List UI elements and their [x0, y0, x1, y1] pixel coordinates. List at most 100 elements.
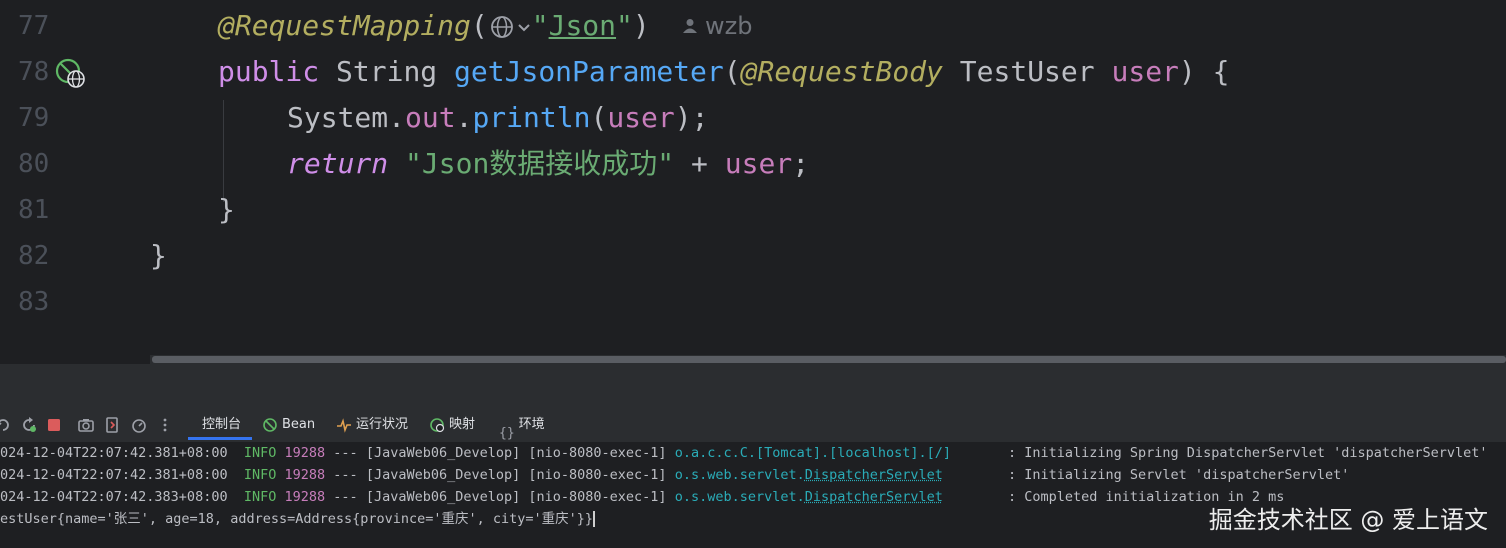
thread: [nio-8080-exec-1] [528, 445, 667, 461]
code-line-78[interactable]: public String getJsonParameter(@RequestB… [218, 49, 1230, 95]
log-level: INFO [243, 467, 277, 483]
log-line: 024-12-04T22:07:42.381+08:00 INFO 19288 … [0, 464, 943, 486]
line-number: 77 [18, 11, 50, 41]
chevron-down-icon[interactable] [516, 19, 532, 35]
mappings-icon [430, 417, 445, 432]
app-name: [JavaWeb06_Develop] [365, 489, 521, 505]
author-hint[interactable]: wzb [681, 12, 752, 41]
method-name: getJsonParameter [454, 55, 724, 88]
app-name: [JavaWeb06_Develop] [365, 467, 521, 483]
active-tab-indicator [188, 437, 252, 440]
bean-icon [263, 417, 277, 432]
tab-label: 运行状况 [356, 417, 409, 432]
annotation: @RequestMapping [218, 9, 471, 42]
thread: [nio-8080-exec-1] [528, 467, 667, 483]
log-message: : Initializing Spring DispatcherServlet … [1008, 445, 1488, 461]
keyword: return [287, 147, 389, 180]
code-line-82[interactable]: } [150, 233, 167, 279]
quote: " [531, 9, 549, 42]
tab-label: Bean [282, 417, 316, 432]
profiler-icon[interactable] [130, 416, 148, 434]
type: String [336, 55, 438, 88]
code-line-79[interactable]: System.out.println(user); [287, 95, 708, 141]
restart-icon[interactable] [20, 416, 38, 434]
horizontal-scrollbar-thumb[interactable] [152, 356, 1506, 363]
paren: ) [632, 9, 650, 42]
brace: { [1212, 55, 1230, 88]
dot: . [388, 101, 406, 134]
separator: --- [333, 467, 358, 483]
watermark: 掘金技术社区 @ 爱上语文 [1208, 506, 1488, 534]
timestamp: 024-12-04T22:07:42.381+08:00 [0, 467, 228, 483]
code-line-77[interactable]: @RequestMapping( "Json") [218, 3, 650, 49]
logger: o.s.web.servlet. [674, 467, 805, 483]
log-level: INFO [243, 445, 277, 461]
paren: ( [470, 9, 488, 42]
rerun-icon[interactable] [0, 416, 12, 434]
code-line-81[interactable]: } [218, 187, 235, 233]
logger-link[interactable]: DispatcherServlet [805, 467, 943, 483]
output-line: estUser{name='张三', age=18, address=Addre… [0, 508, 596, 530]
paren: ) [1178, 55, 1196, 88]
camera-icon[interactable] [77, 416, 95, 434]
param-name: user [1111, 55, 1179, 88]
log-line: 024-12-04T22:07:42.381+08:00 INFO 19288 … [0, 442, 951, 464]
environment-icon: {} [499, 425, 515, 441]
tab-mappings[interactable]: 映射 [429, 408, 475, 442]
author-name: wzb [705, 12, 753, 40]
output-text: estUser{name='张三', age=18, address=Addre… [0, 511, 594, 527]
dot: . [455, 101, 473, 134]
paren: ) [674, 101, 692, 134]
log-line: 024-12-04T22:07:42.383+08:00 INFO 19288 … [0, 486, 943, 508]
endpoint-gutter-icon[interactable] [55, 58, 87, 90]
variable: user [724, 147, 793, 180]
keyword: public [218, 55, 320, 88]
param-type: TestUser [959, 55, 1095, 88]
timestamp: 024-12-04T22:07:42.383+08:00 [0, 489, 228, 505]
method-name: println [472, 101, 591, 134]
code-editor[interactable]: 77 78 79 80 81 82 83 @RequestMapping("Js… [0, 0, 1506, 364]
line-number: 80 [18, 149, 50, 179]
operator: + [691, 147, 708, 180]
line-number: 78 [18, 57, 50, 87]
thread: [nio-8080-exec-1] [528, 489, 667, 505]
paren: ( [723, 55, 741, 88]
logger: o.s.web.servlet. [674, 489, 805, 505]
tab-label: 映射 [449, 417, 476, 432]
log-message: : Initializing Servlet 'dispatcherServle… [1008, 467, 1350, 483]
user-icon [681, 13, 699, 41]
semicolon: ; [792, 147, 810, 180]
log-level: INFO [243, 489, 277, 505]
separator: --- [333, 489, 358, 505]
more-options-icon[interactable] [156, 416, 174, 434]
health-icon [337, 417, 351, 433]
app-name: [JavaWeb06_Develop] [365, 445, 521, 461]
paren: ( [590, 101, 608, 134]
semicolon: ; [691, 101, 709, 134]
separator: --- [333, 445, 358, 461]
tab-label: 环境 [518, 417, 545, 432]
quote: " [616, 9, 633, 42]
field: out [405, 101, 456, 134]
panel-divider [0, 364, 1506, 408]
endpoint-string[interactable]: Json [549, 9, 616, 42]
pid: 19288 [284, 445, 326, 461]
line-number: 83 [18, 287, 50, 317]
logger-link[interactable]: DispatcherServlet [805, 489, 943, 505]
pid: 19288 [284, 467, 326, 483]
class-name: System [287, 101, 389, 134]
text-caret [593, 511, 596, 527]
tab-environment[interactable]: {}环境 [499, 408, 545, 442]
tab-bean[interactable]: Bean [262, 408, 315, 442]
stop-icon[interactable] [45, 416, 63, 434]
logger: o.a.c.c.C.[Tomcat].[localhost].[/] [674, 445, 952, 461]
line-number: 79 [18, 103, 50, 133]
code-line-80[interactable]: return "Json数据接收成功" + user; [287, 141, 809, 187]
pid: 19288 [284, 489, 326, 505]
globe-icon[interactable] [490, 15, 514, 39]
timestamp: 024-12-04T22:07:42.381+08:00 [0, 445, 228, 461]
exit-icon[interactable] [104, 416, 122, 434]
arg: user [607, 101, 675, 134]
tab-health[interactable]: 运行状况 [336, 408, 408, 442]
annotation: @RequestBody [740, 55, 943, 88]
